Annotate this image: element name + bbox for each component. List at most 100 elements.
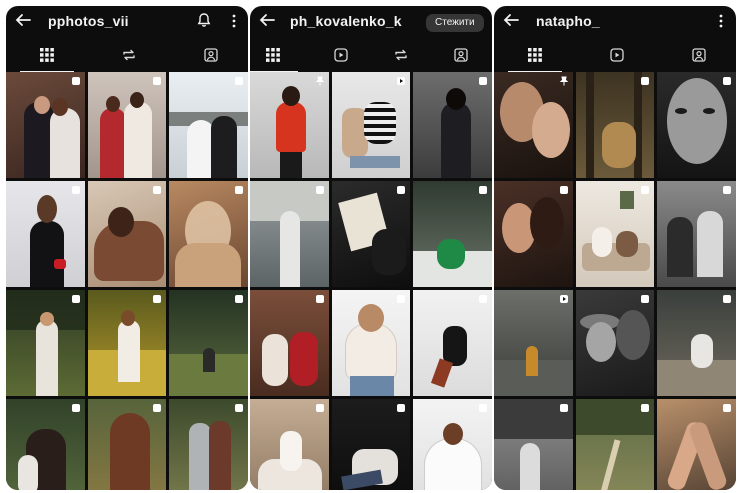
- photo-thumbnail[interactable]: [6, 399, 85, 490]
- tab-reels[interactable]: [308, 40, 374, 70]
- carousel-icon: [478, 404, 487, 412]
- carousel-icon: [397, 186, 406, 194]
- carousel-icon: [559, 404, 568, 412]
- photo-thumbnail[interactable]: [250, 181, 329, 287]
- carousel-icon: [722, 404, 731, 412]
- more-vertical-icon[interactable]: [718, 13, 724, 29]
- tab-reposts[interactable]: [368, 40, 434, 70]
- photo-thumbnail[interactable]: [250, 399, 329, 490]
- photo-thumbnail[interactable]: [413, 181, 492, 287]
- photo-thumbnail[interactable]: [6, 181, 85, 287]
- carousel-icon: [722, 186, 731, 194]
- photo-grid: [494, 72, 736, 490]
- pin-icon: [315, 76, 324, 86]
- carousel-icon: [153, 295, 162, 303]
- photo-thumbnail[interactable]: [657, 181, 736, 287]
- photo-thumbnail[interactable]: [657, 290, 736, 396]
- carousel-icon: [397, 295, 406, 303]
- photo-thumbnail[interactable]: [331, 290, 411, 396]
- photo-thumbnail[interactable]: [575, 72, 655, 178]
- tagged-icon: [454, 48, 468, 62]
- photo-thumbnail[interactable]: [494, 72, 573, 178]
- photo-thumbnail[interactable]: [657, 399, 736, 490]
- photo-thumbnail[interactable]: [6, 290, 85, 396]
- grid-icon: [266, 48, 280, 62]
- photo-thumbnail[interactable]: [87, 290, 167, 396]
- profile-panel-2: ph_kovalenko_k Стежити: [250, 6, 492, 490]
- photo-thumbnail[interactable]: [6, 72, 85, 178]
- tab-reels[interactable]: [582, 40, 652, 70]
- tab-tagged[interactable]: [428, 40, 492, 70]
- carousel-icon: [153, 186, 162, 194]
- grid-icon: [528, 48, 542, 62]
- photo-thumbnail[interactable]: [169, 181, 248, 287]
- photo-thumbnail[interactable]: [169, 72, 248, 178]
- follow-button[interactable]: Стежити: [426, 14, 484, 32]
- carousel-icon: [641, 404, 650, 412]
- reels-icon: [610, 48, 624, 62]
- tab-grid[interactable]: [250, 40, 306, 72]
- photo-thumbnail[interactable]: [331, 72, 411, 178]
- video-icon: [559, 295, 568, 303]
- carousel-icon: [315, 404, 324, 412]
- carousel-icon: [478, 186, 487, 194]
- photo-thumbnail[interactable]: [87, 399, 167, 490]
- carousel-icon: [722, 295, 731, 303]
- carousel-icon: [478, 295, 487, 303]
- profile-header: ph_kovalenko_k Стежити: [250, 6, 492, 38]
- tagged-icon: [692, 48, 706, 62]
- carousel-icon: [722, 77, 731, 85]
- back-arrow-icon[interactable]: [14, 11, 32, 29]
- profile-username: pphotos_vii: [48, 13, 129, 29]
- carousel-icon: [478, 77, 487, 85]
- tab-tagged[interactable]: [664, 40, 734, 70]
- photo-thumbnail[interactable]: [657, 72, 736, 178]
- carousel-icon: [315, 295, 324, 303]
- profile-header: pphotos_vii: [6, 6, 248, 38]
- bell-icon[interactable]: [196, 12, 212, 28]
- tab-grid[interactable]: [500, 40, 570, 72]
- photo-thumbnail[interactable]: [575, 181, 655, 287]
- photo-thumbnail[interactable]: [87, 181, 167, 287]
- photo-thumbnail[interactable]: [494, 290, 573, 396]
- photo-thumbnail[interactable]: [331, 181, 411, 287]
- carousel-icon: [641, 186, 650, 194]
- photo-thumbnail[interactable]: [494, 181, 573, 287]
- tagged-icon: [204, 48, 218, 62]
- photo-thumbnail[interactable]: [413, 399, 492, 490]
- carousel-icon: [71, 186, 80, 194]
- carousel-icon: [641, 77, 650, 85]
- repost-icon: [395, 49, 407, 61]
- photo-grid: [250, 72, 492, 490]
- profile-tabs: [494, 40, 736, 72]
- photo-thumbnail[interactable]: [413, 290, 492, 396]
- photo-thumbnail[interactable]: [250, 290, 329, 396]
- back-arrow-icon[interactable]: [502, 11, 520, 29]
- photo-thumbnail[interactable]: [87, 72, 167, 178]
- photo-thumbnail[interactable]: [250, 72, 329, 178]
- profile-username: ph_kovalenko_k: [290, 13, 402, 29]
- tab-grid[interactable]: [12, 40, 82, 72]
- carousel-icon: [234, 295, 243, 303]
- carousel-icon: [397, 404, 406, 412]
- photo-grid: [6, 72, 248, 490]
- more-vertical-icon[interactable]: [231, 13, 237, 29]
- photo-thumbnail[interactable]: [413, 72, 492, 178]
- photo-thumbnail[interactable]: [575, 290, 655, 396]
- carousel-icon: [71, 77, 80, 85]
- photo-thumbnail[interactable]: [494, 399, 573, 490]
- tab-reposts[interactable]: [94, 40, 164, 70]
- profile-header: natapho_: [494, 6, 736, 38]
- tab-tagged[interactable]: [176, 40, 246, 70]
- photo-thumbnail[interactable]: [169, 290, 248, 396]
- photo-thumbnail[interactable]: [575, 399, 655, 490]
- grid-icon: [40, 48, 54, 62]
- photo-thumbnail[interactable]: [331, 399, 411, 490]
- pin-icon: [559, 76, 568, 86]
- carousel-icon: [234, 77, 243, 85]
- reels-icon: [334, 48, 348, 62]
- photo-thumbnail[interactable]: [169, 399, 248, 490]
- profile-tabs: [6, 40, 248, 72]
- back-arrow-icon[interactable]: [258, 11, 276, 29]
- carousel-icon: [71, 404, 80, 412]
